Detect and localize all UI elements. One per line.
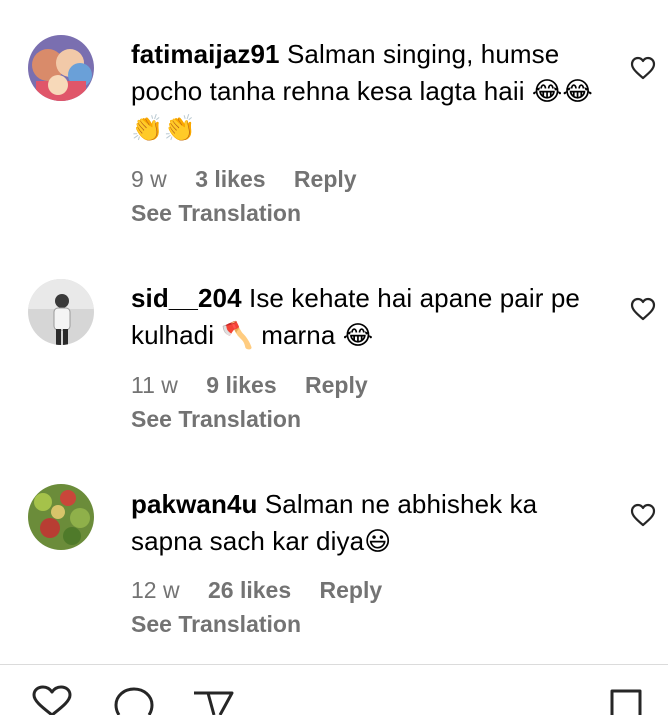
avatar-photo-icon — [28, 35, 94, 101]
action-bar — [0, 665, 668, 715]
reply-button[interactable]: Reply — [320, 577, 383, 603]
comment-meta: 12 w 26 likes Reply — [131, 577, 404, 604]
avatar-photo-icon — [28, 484, 94, 550]
reply-button[interactable]: Reply — [305, 372, 368, 398]
comment-icon[interactable] — [112, 685, 156, 715]
comment-meta: 9 w 3 likes Reply — [131, 166, 379, 193]
comment-body: sid__204 Ise kehate hai apane pair pe ku… — [131, 280, 601, 354]
comment-likes[interactable]: 3 likes — [195, 166, 265, 192]
see-translation-link[interactable]: See Translation — [131, 611, 301, 638]
comment-username[interactable]: sid__204 — [131, 283, 242, 313]
comment-body: fatimaijaz91 Salman singing, humse pocho… — [131, 36, 601, 147]
avatar[interactable] — [28, 35, 94, 101]
comment-likes[interactable]: 9 likes — [206, 372, 276, 398]
avatar[interactable] — [28, 279, 94, 345]
comment-meta: 11 w 9 likes Reply — [131, 372, 390, 399]
reply-button[interactable]: Reply — [294, 166, 357, 192]
heart-icon[interactable] — [30, 685, 74, 715]
avatar[interactable] — [28, 484, 94, 550]
comment-likes[interactable]: 26 likes — [208, 577, 291, 603]
comment-time: 12 w — [131, 577, 180, 603]
heart-outline-icon[interactable] — [630, 56, 656, 80]
comment-time: 11 w — [131, 372, 178, 398]
heart-outline-icon[interactable] — [630, 503, 656, 527]
heart-outline-icon[interactable] — [630, 297, 656, 321]
see-translation-link[interactable]: See Translation — [131, 406, 301, 433]
save-icon[interactable] — [606, 685, 646, 715]
comment-username[interactable]: pakwan4u — [131, 489, 258, 519]
avatar-photo-icon — [28, 279, 94, 345]
see-translation-link[interactable]: See Translation — [131, 200, 301, 227]
comment-username[interactable]: fatimaijaz91 — [131, 39, 280, 69]
comment-body: pakwan4u Salman ne abhishek ka sapna sac… — [131, 486, 601, 560]
share-icon[interactable] — [190, 685, 236, 715]
comment-time: 9 w — [131, 166, 167, 192]
